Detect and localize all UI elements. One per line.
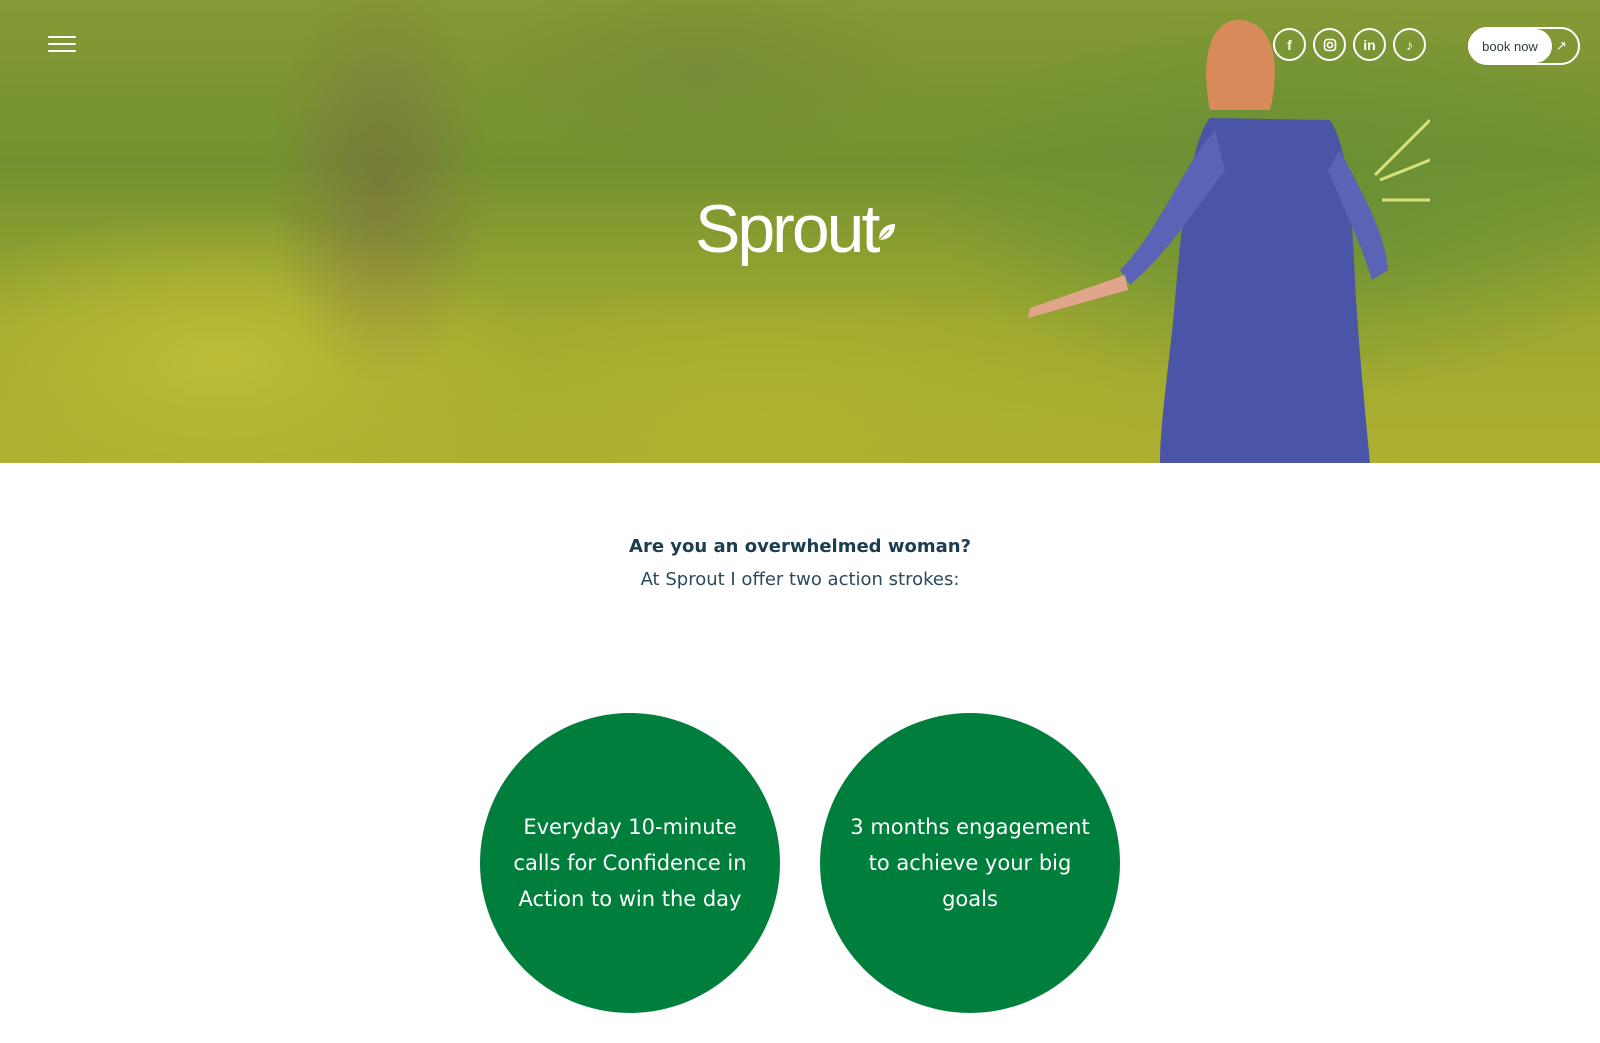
instagram-icon[interactable]: [1313, 28, 1346, 61]
book-now-label: book now: [1468, 29, 1552, 63]
hero-woman-photo: [1028, 20, 1430, 463]
arrow-up-right-icon: ↗: [1556, 38, 1567, 54]
hamburger-menu-icon[interactable]: [48, 36, 76, 56]
intro-section: Are you an overwhelmed woman? At Sprout …: [0, 536, 1600, 590]
book-now-button[interactable]: book now ↗: [1468, 27, 1580, 65]
offer-text: 3 months engagement to achieve your big …: [850, 815, 1090, 911]
facebook-icon[interactable]: f: [1273, 28, 1306, 61]
logo-text: Sprout: [695, 191, 880, 267]
intro-subtitle: At Sprout I offer two action strokes:: [640, 569, 960, 590]
linkedin-icon[interactable]: in: [1353, 28, 1386, 61]
offer-three-months[interactable]: 3 months engagement to achieve your big …: [820, 713, 1120, 1013]
intro-question: Are you an overwhelmed woman?: [629, 536, 971, 557]
offer-daily-calls[interactable]: Everyday 10-minute calls for Confidence …: [480, 713, 780, 1013]
offer-text: Everyday 10-minute calls for Confidence …: [513, 815, 747, 911]
leaf-icon: [878, 224, 896, 241]
social-links: f in ♪: [1273, 28, 1426, 61]
hero-banner: Sprout f in ♪ book now ↗: [0, 0, 1600, 463]
sprout-logo: Sprout: [695, 190, 899, 268]
tiktok-icon[interactable]: ♪: [1393, 28, 1426, 61]
